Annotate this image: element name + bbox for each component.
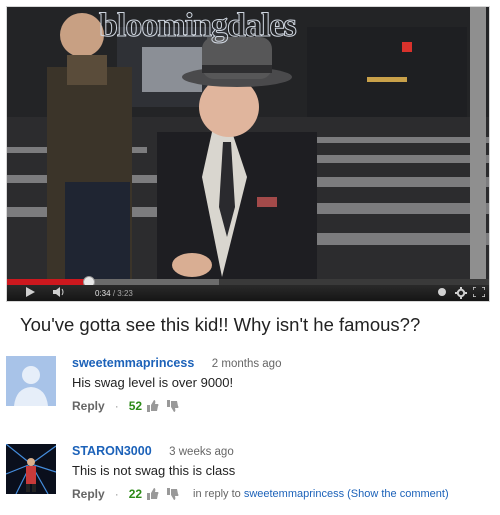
comment-author-link[interactable]: sweetemmaprincess [72,356,194,370]
in-reply-prefix: in reply to [193,488,241,500]
store-sign: bloomingdales [99,7,298,45]
comment-body: sweetemmaprincess 2 months ago His swag … [72,356,281,413]
comment-text: His swag level is over 9000! [72,375,234,390]
in-reply-to: in reply to sweetemmaprincess (Show the … [193,488,449,500]
comment-actions: Reply · 52 [72,399,281,413]
video-title: You've gotta see this kid!! Why isn't he… [20,314,421,335]
thumbs-up-icon[interactable] [147,400,159,412]
thumbs-down-icon[interactable] [167,400,179,412]
like-count: 22 [128,487,143,501]
hd-icon[interactable] [437,287,447,297]
reply-button[interactable]: Reply [72,487,105,501]
video-frame[interactable]: bloomingdales [7,7,489,279]
video-player[interactable]: bloomingdales 0:34 / 3:23 [6,6,490,302]
comment-time: 3 weeks ago [169,446,234,458]
separator-dot: · [114,399,119,413]
player-controls: 0:34 / 3:23 [7,285,489,301]
thumbs-up-icon[interactable] [147,488,159,500]
show-comment-link[interactable]: (Show the comment) [347,488,448,500]
comment-time: 2 months ago [211,358,282,370]
thumbs-down-icon[interactable] [167,488,179,500]
time-separator: / [112,289,116,298]
avatar[interactable] [6,444,56,494]
video-still-image [7,7,489,279]
comment-text: This is not swag this is class [72,463,236,478]
in-reply-to-author-link[interactable]: sweetemmaprincess [244,488,344,500]
like-count: 52 [128,399,143,413]
time-display: 0:34 / 3:23 [95,287,133,300]
duration: 3:23 [117,289,133,298]
fullscreen-icon[interactable] [473,287,485,297]
play-icon[interactable] [25,287,35,297]
comment-author-link[interactable]: STARON3000 [72,444,152,458]
gear-icon[interactable] [455,287,467,299]
avatar[interactable] [6,356,56,406]
separator-dot: · [114,487,119,501]
volume-icon[interactable] [53,287,65,297]
current-time: 0:34 [95,289,111,298]
reply-button[interactable]: Reply [72,399,105,413]
comment-body: STARON3000 3 weeks ago This is not swag … [72,444,449,501]
comment-actions: Reply · 22 in reply to sweetemmaprincess… [72,487,449,501]
